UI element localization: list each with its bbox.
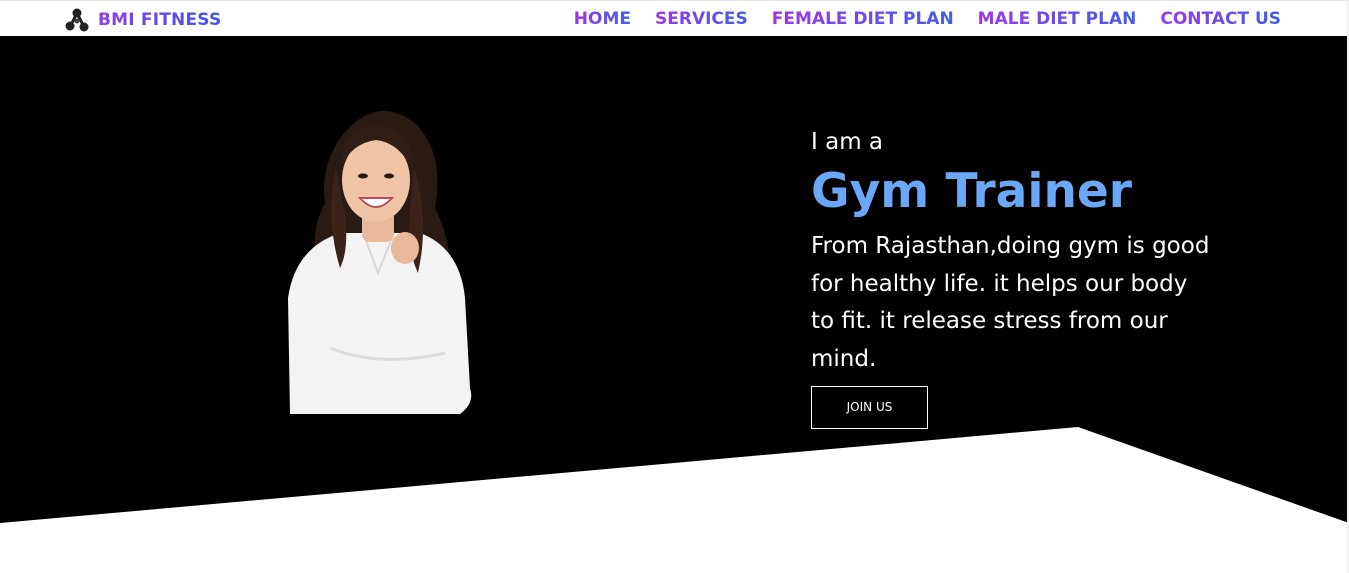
main-nav: HOME SERVICES FEMALE DIET PLAN MALE DIET… [550,9,1281,29]
hero-headline: Gym Trainer [811,164,1132,219]
nav-female-diet-plan[interactable]: FEMALE DIET PLAN [772,9,954,29]
join-us-button[interactable]: JOIN US [811,386,928,429]
brand[interactable]: BMI FITNESS [64,6,221,34]
nav-services[interactable]: SERVICES [655,9,748,29]
intro-line: I am a [811,129,883,155]
hero-intro: I am a Gym Trainer From Rajasthan,doing … [811,126,1231,429]
top-navigation-bar: BMI FITNESS HOME SERVICES FEMALE DIET PL… [0,0,1349,36]
brand-name[interactable]: BMI FITNESS [98,10,221,30]
dumbbell-molecule-icon [65,8,89,32]
nav-home[interactable]: HOME [574,9,631,29]
hero-description: From Rajasthan,doing gym is good for hea… [811,233,1210,372]
hero-section: I am a Gym Trainer From Rajasthan,doing … [0,36,1349,573]
nav-male-diet-plan[interactable]: MALE DIET PLAN [978,9,1137,29]
trainer-portrait [288,111,472,414]
nav-contact-us[interactable]: CONTACT US [1160,9,1281,29]
